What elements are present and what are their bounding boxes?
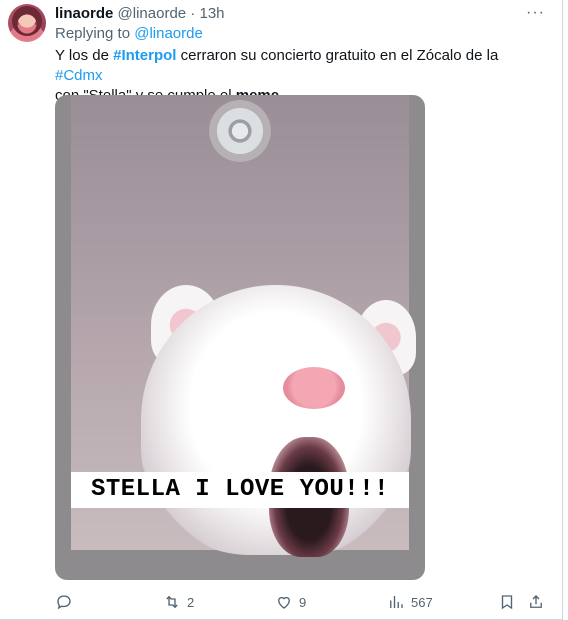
reply-button[interactable] — [55, 592, 73, 612]
tweet-media[interactable]: STELLA I LOVE YOU!!! — [55, 95, 425, 580]
replying-to: Replying to @linaorde — [55, 25, 203, 43]
like-button[interactable]: 9 — [275, 592, 306, 612]
text-part-1: Y los de — [55, 47, 114, 64]
text-part-2: cerraron su concierto gratuito en el Zóc… — [176, 47, 499, 64]
meme-caption: STELLA I LOVE YOU!!! — [71, 472, 409, 508]
share-button[interactable] — [527, 592, 545, 612]
display-name[interactable]: linaorde — [55, 5, 113, 22]
bookmark-icon — [501, 595, 513, 610]
replying-handle-link[interactable]: @linaorde — [134, 25, 203, 42]
avatar[interactable] — [8, 4, 46, 42]
retweet-icon — [166, 595, 178, 609]
replying-label: Replying to — [55, 25, 131, 42]
share-icon — [530, 595, 542, 608]
tweet-header: linaorde @linaorde · 13h — [55, 5, 225, 23]
reply-icon — [57, 595, 71, 610]
cat-nose — [283, 367, 345, 409]
views-button[interactable]: 567 — [387, 592, 433, 612]
suction-cup — [209, 100, 271, 162]
like-count: 9 — [299, 594, 307, 610]
tweet-actions: 2 9 567 — [55, 592, 555, 612]
handle[interactable]: @linaorde — [118, 5, 187, 22]
more-horizontal-icon[interactable]: ··· — [526, 4, 545, 22]
timestamp[interactable]: 13h — [199, 5, 224, 22]
view-count: 567 — [411, 594, 433, 610]
separator: · — [190, 5, 196, 22]
retweet-count: 2 — [187, 594, 195, 610]
bookmark-button[interactable] — [498, 592, 516, 612]
retweet-button[interactable]: 2 — [163, 592, 194, 612]
hashtag-cdmx[interactable]: #Cdmx — [55, 67, 103, 84]
views-chart-icon — [390, 596, 403, 608]
avatar-hair — [12, 6, 42, 36]
heart-icon — [278, 596, 290, 609]
hashtag-interpol[interactable]: #Interpol — [113, 47, 176, 64]
